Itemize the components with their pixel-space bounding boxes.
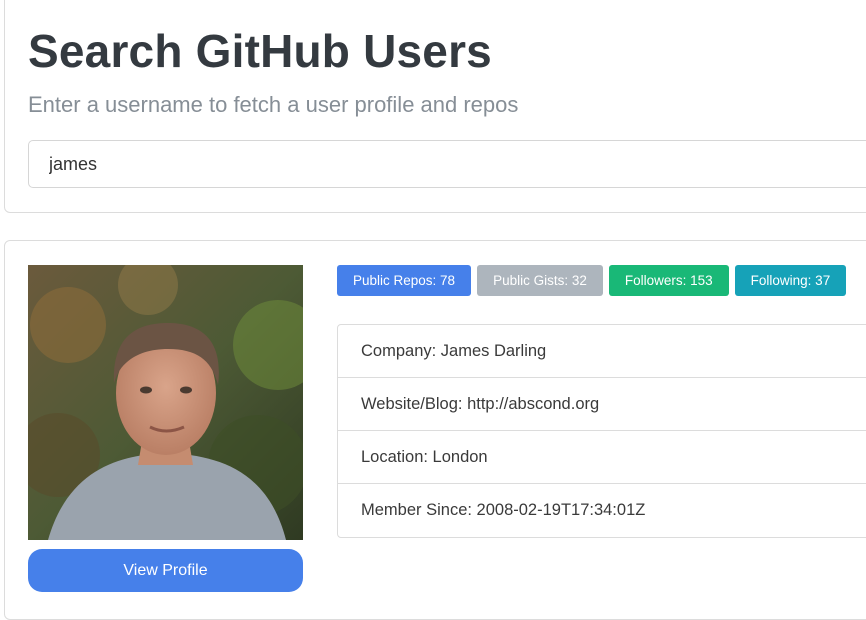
public-repos-badge: Public Repos: 78 xyxy=(337,265,472,296)
stats-badges: Public Repos: 78 Public Gists: 32 Follow… xyxy=(337,265,847,296)
view-profile-button[interactable]: View Profile xyxy=(28,549,303,592)
following-badge: Following: 37 xyxy=(734,265,847,296)
website-item: Website/Blog: http://abscond.org xyxy=(338,378,866,431)
followers-badge: Followers: 153 xyxy=(608,265,729,296)
member-since-item: Member Since: 2008-02-19T17:34:01Z xyxy=(361,501,646,519)
page-subtitle: Enter a username to fetch a user profile… xyxy=(28,92,519,117)
location-item: Location: London xyxy=(338,431,866,484)
page-title: Search GitHub Users xyxy=(28,25,492,77)
profile-details-list: Company: James Darling Website/Blog: htt… xyxy=(337,324,866,538)
avatar xyxy=(28,265,303,540)
company-item: Company: James Darling xyxy=(338,325,866,378)
search-input[interactable] xyxy=(28,140,866,188)
public-gists-badge: Public Gists: 32 xyxy=(477,265,603,296)
